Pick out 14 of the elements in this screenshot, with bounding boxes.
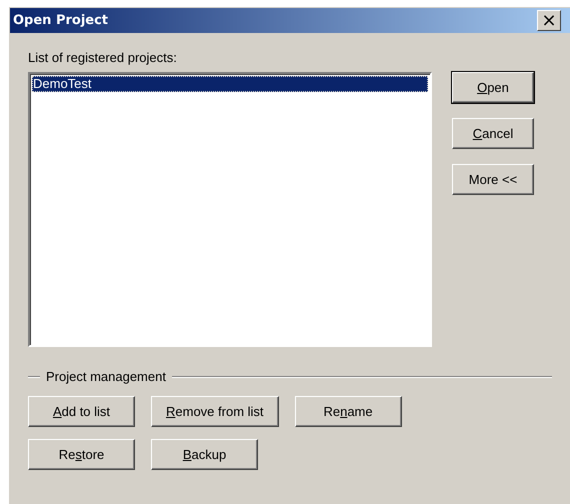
action-button[interactable]: Rename bbox=[294, 396, 402, 427]
action-button[interactable]: Add to list bbox=[28, 396, 135, 427]
project-item[interactable]: DemoTest bbox=[32, 76, 428, 92]
dialog-button[interactable]: More << bbox=[452, 164, 534, 195]
group-title: Project management bbox=[46, 369, 166, 384]
dialog-button[interactable]: Open bbox=[452, 72, 534, 103]
action-button[interactable]: Backup bbox=[151, 439, 258, 470]
window-title: Open Project bbox=[13, 13, 108, 28]
action-button[interactable]: Restore bbox=[28, 439, 135, 470]
close-button[interactable]: × bbox=[537, 10, 561, 31]
dialog-button[interactable]: Cancel bbox=[452, 118, 534, 149]
action-button[interactable]: Remove from list bbox=[151, 396, 279, 427]
list-label: List of registered projects: bbox=[28, 50, 178, 67]
project-list[interactable]: DemoTest bbox=[28, 72, 432, 347]
